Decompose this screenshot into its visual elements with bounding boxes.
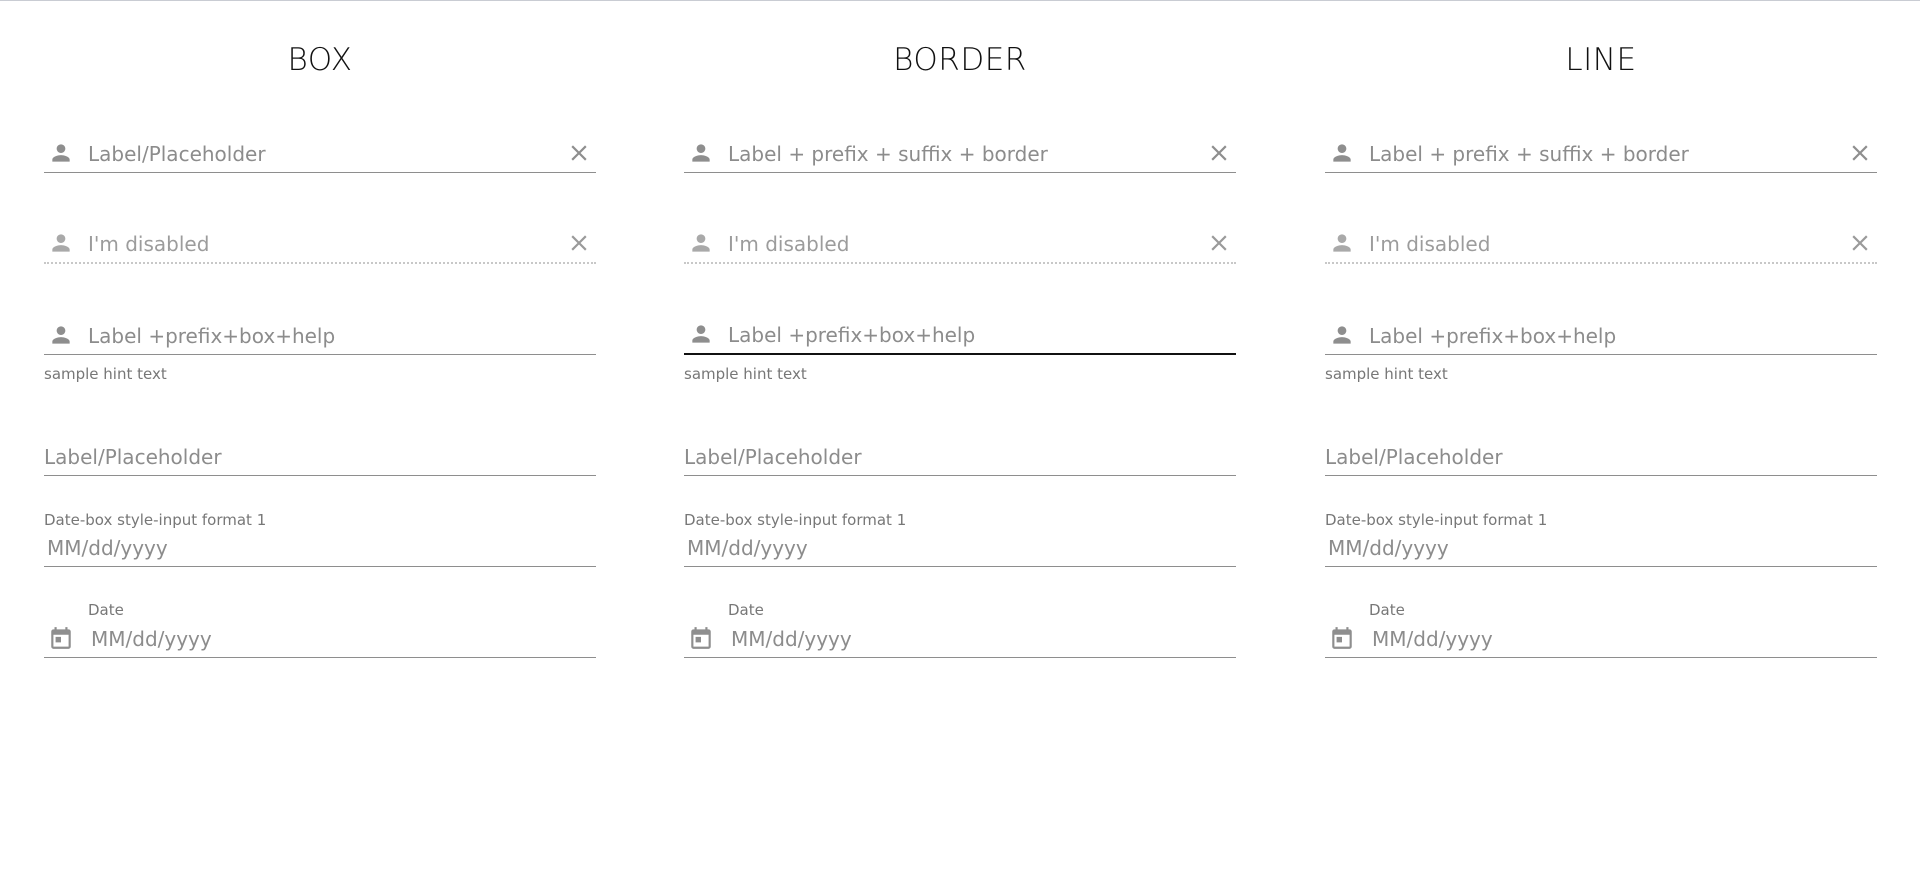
field-label: Label +prefix+box+help <box>728 323 976 347</box>
field-label: Label/Placeholder <box>1325 445 1503 469</box>
close-icon[interactable] <box>566 140 592 166</box>
close-icon[interactable] <box>1206 140 1232 166</box>
field-label: I'm disabled <box>728 232 850 256</box>
person-icon <box>52 326 70 344</box>
person-icon <box>1333 234 1351 252</box>
date-input-format-1[interactable]: MM/dd/yyyy <box>1325 527 1877 567</box>
person-icon <box>692 144 710 162</box>
text-field-prefix-help[interactable]: Label +prefix+box+help <box>684 315 1236 355</box>
date-field-label: Date <box>88 601 124 619</box>
field-label: I'm disabled <box>1369 232 1491 256</box>
hint-text: sample hint text <box>44 365 167 383</box>
person-icon <box>692 234 710 252</box>
date-input-format-1[interactable]: MM/dd/yyyy <box>684 527 1236 567</box>
text-field-disabled: I'm disabled <box>1325 224 1877 264</box>
date-input-with-calendar[interactable]: MM/dd/yyyy <box>44 618 596 658</box>
date-field-label: Date <box>728 601 764 619</box>
calendar-icon[interactable] <box>688 625 714 651</box>
text-field-prefix-suffix[interactable]: Label + prefix + suffix + border <box>1325 133 1877 173</box>
close-icon <box>571 235 587 251</box>
top-divider <box>0 0 1920 1</box>
text-field-label-placeholder[interactable]: Label/Placeholder <box>44 133 596 173</box>
text-field-disabled: I'm disabled <box>44 224 596 264</box>
field-label: Label + prefix + suffix + border <box>728 142 1048 166</box>
hint-text: sample hint text <box>1325 365 1448 383</box>
date-placeholder: MM/dd/yyyy <box>47 536 168 560</box>
text-field-prefix-help[interactable]: Label +prefix+box+help <box>1325 315 1877 355</box>
person-icon <box>52 144 70 162</box>
column-title: BORDER <box>893 42 1027 78</box>
person-icon <box>1333 326 1351 344</box>
hint-text: sample hint text <box>684 365 807 383</box>
date-placeholder: MM/dd/yyyy <box>91 627 212 651</box>
field-label: I'm disabled <box>88 232 210 256</box>
text-field-plain[interactable]: Label/Placeholder <box>684 436 1236 476</box>
column-title: BOX <box>287 42 353 78</box>
text-field-prefix-suffix[interactable]: Label + prefix + suffix + border <box>684 133 1236 173</box>
field-label: Label + prefix + suffix + border <box>1369 142 1689 166</box>
field-label: Label/Placeholder <box>88 142 266 166</box>
calendar-icon[interactable] <box>1329 625 1355 651</box>
close-icon <box>1852 235 1868 251</box>
person-icon <box>1333 144 1351 162</box>
column-title: LINE <box>1565 42 1637 78</box>
date-field-label: Date <box>1369 601 1405 619</box>
date-input-format-1[interactable]: MM/dd/yyyy <box>44 527 596 567</box>
text-field-plain[interactable]: Label/Placeholder <box>1325 436 1877 476</box>
person-icon <box>692 325 710 343</box>
close-icon[interactable] <box>1847 140 1873 166</box>
text-field-plain[interactable]: Label/Placeholder <box>44 436 596 476</box>
text-field-prefix-help[interactable]: Label +prefix+box+help <box>44 315 596 355</box>
person-icon <box>52 234 70 252</box>
field-label: Label +prefix+box+help <box>88 324 336 348</box>
text-field-disabled: I'm disabled <box>684 224 1236 264</box>
close-icon <box>1211 235 1227 251</box>
field-label: Label/Placeholder <box>684 445 862 469</box>
date-placeholder: MM/dd/yyyy <box>1328 536 1449 560</box>
calendar-icon[interactable] <box>48 625 74 651</box>
field-label: Label/Placeholder <box>44 445 222 469</box>
date-placeholder: MM/dd/yyyy <box>731 627 852 651</box>
field-label: Label +prefix+box+help <box>1369 324 1617 348</box>
date-input-with-calendar[interactable]: MM/dd/yyyy <box>1325 618 1877 658</box>
date-placeholder: MM/dd/yyyy <box>1372 627 1493 651</box>
date-input-with-calendar[interactable]: MM/dd/yyyy <box>684 618 1236 658</box>
date-placeholder: MM/dd/yyyy <box>687 536 808 560</box>
